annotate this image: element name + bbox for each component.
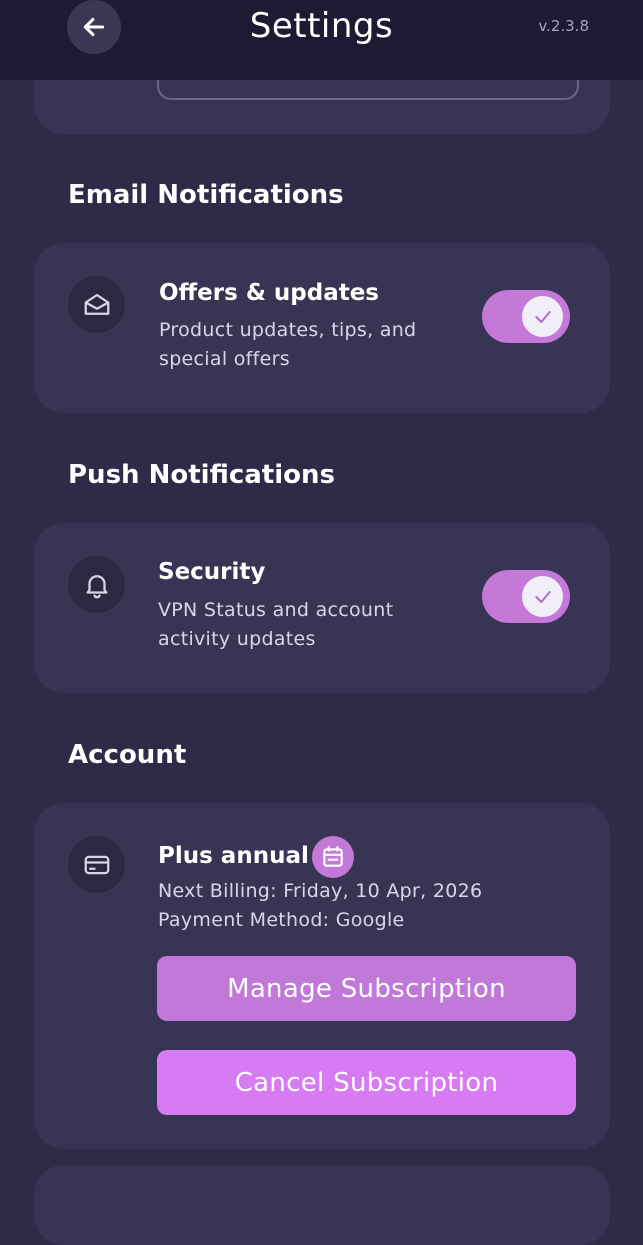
offers-updates-title: Offers & updates <box>159 280 379 306</box>
offers-updates-toggle[interactable] <box>482 290 570 343</box>
check-icon <box>534 590 551 603</box>
security-description-line1: VPN Status and account <box>158 599 394 621</box>
credit-card-icon <box>84 855 109 874</box>
security-toggle[interactable] <box>482 570 570 623</box>
plan-name: Plus annual <box>158 843 309 869</box>
bell-icon <box>86 574 107 598</box>
calendar-icon <box>323 846 343 867</box>
push-notifications-heading: Push Notifications <box>68 460 335 490</box>
payment-method-text: Payment Method: Google <box>158 909 405 931</box>
next-billing-text: Next Billing: Friday, 10 Apr, 2026 <box>158 880 483 902</box>
envelope-open-icon <box>84 293 109 315</box>
toggle-knob <box>522 296 563 337</box>
push-notifications-card: Security VPN Status and account activity… <box>34 523 610 693</box>
offers-updates-description-line1: Product updates, tips, and <box>159 319 417 341</box>
email-notifications-heading: Email Notifications <box>68 180 344 210</box>
check-icon <box>534 310 551 323</box>
account-icon-container <box>68 836 125 893</box>
security-title: Security <box>158 559 266 585</box>
toggle-knob <box>522 576 563 617</box>
version-label: v.2.3.8 <box>538 17 589 35</box>
next-settings-card <box>34 1165 610 1245</box>
manage-subscription-button[interactable]: Manage Subscription <box>157 956 576 1021</box>
offers-updates-description-line2: special offers <box>159 348 290 370</box>
security-description-line2: activity updates <box>158 628 316 650</box>
email-notifications-card: Offers & updates Product updates, tips, … <box>34 243 610 413</box>
email-icon-container <box>68 276 125 333</box>
cancel-subscription-button[interactable]: Cancel Subscription <box>157 1050 576 1115</box>
app-header: Settings v.2.3.8 <box>0 0 643 80</box>
account-heading: Account <box>68 740 187 770</box>
push-icon-container <box>68 556 125 613</box>
plan-badge <box>312 836 354 878</box>
account-card: Plus annual Next Billing: Friday, 10 Apr… <box>34 803 610 1149</box>
